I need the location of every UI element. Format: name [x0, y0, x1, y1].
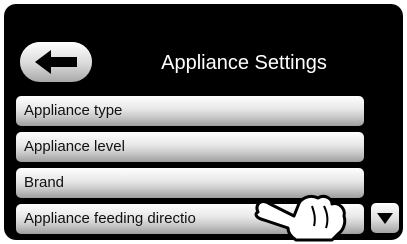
- device-frame: Appliance Settings Appliance type Applia…: [0, 0, 407, 244]
- triangle-down-icon: [377, 213, 393, 224]
- page-title: Appliance Settings: [161, 52, 327, 74]
- menu-item-appliance-type[interactable]: Appliance type: [16, 96, 364, 126]
- arrow-left-icon: [35, 50, 77, 74]
- back-button[interactable]: [20, 42, 92, 82]
- pointing-hand-icon: [254, 194, 347, 242]
- scroll-down-button[interactable]: [371, 203, 399, 233]
- menu-item-appliance-level[interactable]: Appliance level: [16, 132, 364, 162]
